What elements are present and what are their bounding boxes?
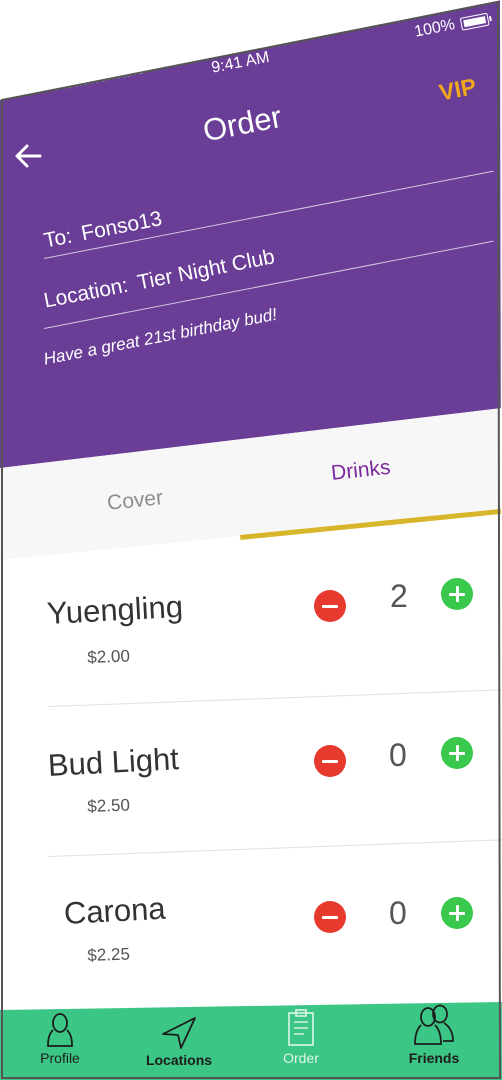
- decrease-button[interactable]: [314, 901, 346, 933]
- to-label: To:: [42, 224, 74, 253]
- increase-button[interactable]: [441, 737, 473, 769]
- battery-icon: [459, 12, 490, 31]
- item-name: Bud Light: [47, 741, 180, 783]
- item-price: $2.50: [87, 795, 131, 816]
- friends-icon: [414, 1004, 454, 1045]
- item-price: $2.00: [87, 646, 131, 667]
- tabbar-label: Profile: [40, 1050, 80, 1066]
- item-divider: [48, 689, 502, 707]
- tabbar-item-locations[interactable]: Locations: [144, 1014, 214, 1068]
- item-name: Carona: [63, 890, 167, 931]
- profile-icon: [47, 1013, 73, 1047]
- item-price: $2.25: [87, 944, 131, 965]
- item-quantity: 0: [389, 895, 407, 931]
- decrease-button[interactable]: [314, 590, 346, 622]
- increase-button[interactable]: [441, 897, 473, 929]
- decrease-button[interactable]: [314, 745, 346, 777]
- increase-button[interactable]: [441, 578, 473, 610]
- tabbar-label: Friends: [408, 1050, 460, 1066]
- item-quantity: 0: [389, 737, 407, 773]
- item-quantity: 2: [390, 578, 408, 614]
- item-divider: [48, 839, 502, 857]
- tabbar-label: Order: [283, 1050, 319, 1066]
- back-button[interactable]: [14, 142, 42, 170]
- tabbar-item-order[interactable]: Order: [276, 1008, 326, 1066]
- clipboard-icon: [288, 1009, 314, 1046]
- back-arrow-icon: [15, 144, 42, 168]
- tabbar-item-profile[interactable]: Profile: [36, 1012, 84, 1066]
- tabbar-label: Locations: [145, 1052, 213, 1068]
- location-arrow-icon: [162, 1017, 196, 1049]
- tabbar-item-friends[interactable]: Friends: [403, 1004, 465, 1066]
- item-name: Yuengling: [46, 588, 184, 631]
- phone-screen: ●●●●● Launchable 9:41 AM 100% Order VIP …: [0, 0, 502, 1080]
